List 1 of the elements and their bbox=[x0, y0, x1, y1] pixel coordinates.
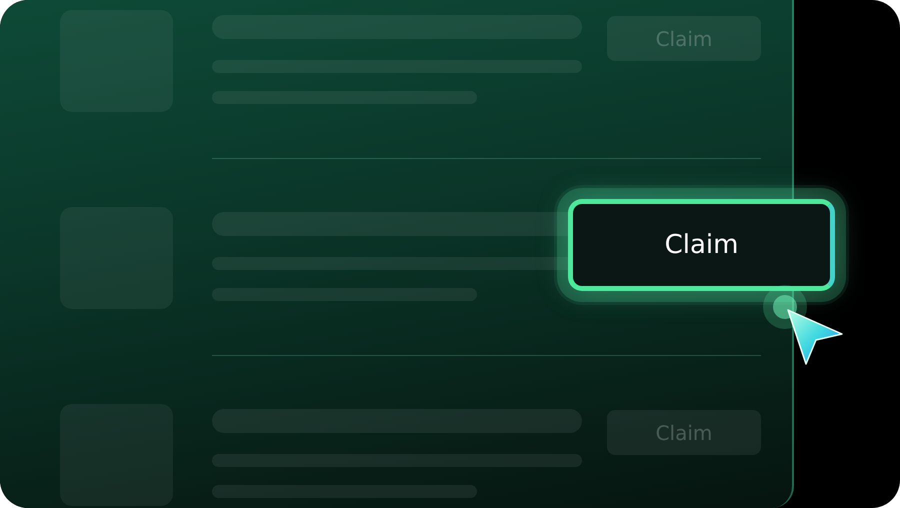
claim-button[interactable]: Claim bbox=[568, 199, 835, 291]
